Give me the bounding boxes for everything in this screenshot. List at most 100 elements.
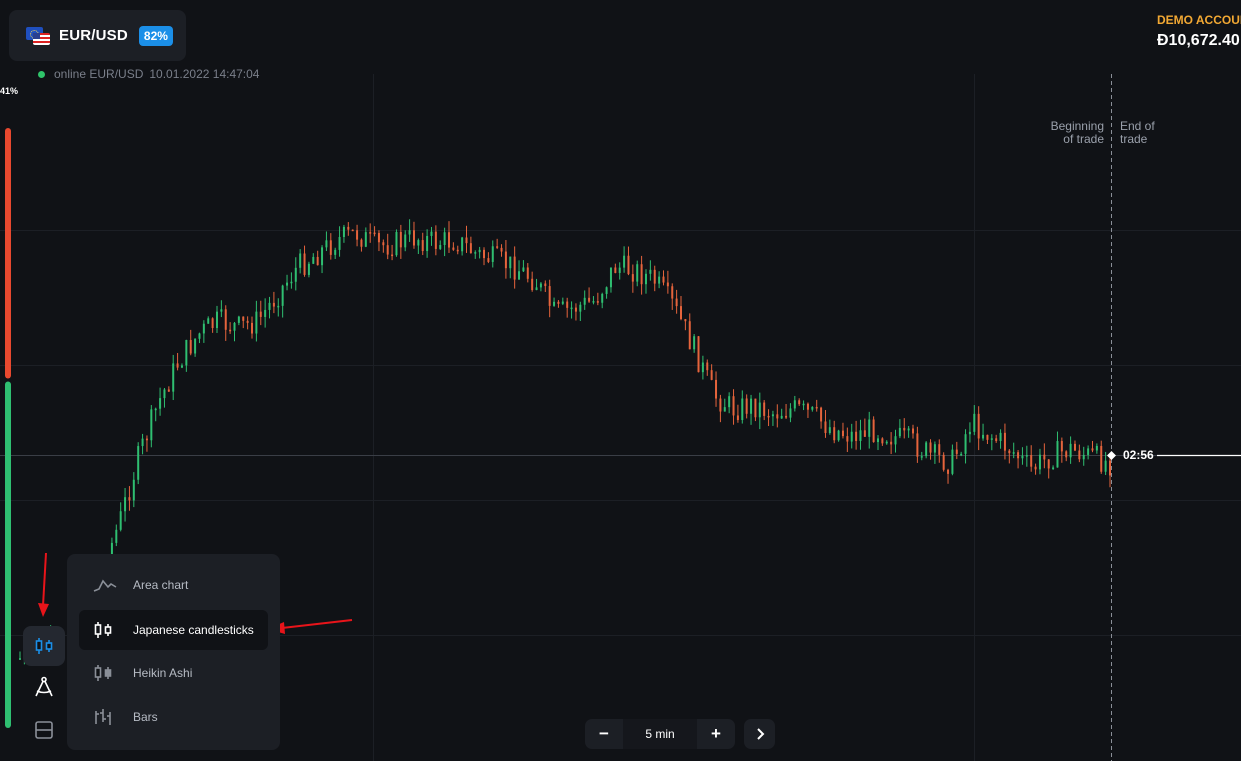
candle-down (736, 415, 739, 421)
timeframe-value[interactable]: 5 min (623, 719, 697, 749)
candle-up (636, 264, 639, 282)
candle-up (119, 511, 122, 530)
asset-selector[interactable]: EUR/USD 82% (9, 10, 186, 61)
candle-up (859, 430, 862, 442)
candle-down (1091, 448, 1094, 451)
candle-down (469, 243, 472, 254)
candle-up (299, 253, 302, 268)
candle-up (658, 276, 661, 284)
candle-down (456, 249, 459, 252)
candle-down (391, 254, 394, 257)
candle-up (290, 281, 293, 284)
account-panel[interactable]: DEMO ACCOUNT Đ10,672.40 (1157, 13, 1241, 50)
menu-item-label: Bars (133, 710, 158, 724)
candle-up (338, 237, 341, 250)
candle-down (631, 274, 634, 282)
candle-down (447, 232, 450, 248)
candle-up (758, 402, 761, 418)
candle-up (474, 252, 477, 254)
candle-down (680, 306, 683, 320)
candlestick-icon (93, 620, 117, 640)
candle-up (811, 406, 814, 410)
candle-down (434, 231, 437, 249)
candle-down (504, 251, 507, 269)
candle-up (1095, 445, 1098, 451)
candle-down (544, 283, 547, 287)
candle-up (1087, 448, 1090, 455)
candle-down (329, 240, 332, 255)
candle-up (150, 409, 153, 441)
candle-down (483, 249, 486, 259)
menu-item-japanese-candlesticks[interactable]: Japanese candlesticks (79, 610, 268, 650)
candle-up (960, 453, 963, 456)
candle-down (1073, 443, 1076, 451)
candle-up (623, 255, 626, 268)
candle-down (863, 430, 866, 437)
candle-up (802, 403, 805, 406)
candle-down (798, 400, 801, 405)
chart-type-button[interactable] (23, 626, 65, 666)
candle-up (395, 231, 398, 256)
timeframe-increase-button[interactable]: + (697, 719, 735, 749)
drawing-tools-button[interactable] (23, 667, 65, 707)
candle-up (837, 430, 840, 441)
candle-down (942, 454, 945, 470)
candle-down (1047, 459, 1050, 469)
candle-down (382, 242, 385, 246)
candle-down (1003, 432, 1006, 451)
candle-down (1078, 450, 1081, 460)
candle-up (124, 497, 127, 512)
candle-up (312, 256, 315, 264)
candle-up (868, 419, 871, 437)
candle-up (325, 240, 328, 248)
candle-up (19, 658, 21, 660)
candle-down (763, 402, 766, 416)
online-indicator (38, 70, 45, 78)
candle-down (412, 230, 415, 246)
scroll-forward-button[interactable] (744, 719, 775, 749)
candle-down (675, 298, 678, 307)
candle-up (137, 446, 140, 480)
candle-up (583, 297, 586, 305)
candle-up (982, 434, 985, 439)
candle-up (207, 318, 210, 324)
candle-down (500, 247, 503, 252)
status-datetime: 10.01.2022 14:47:04 (149, 67, 260, 81)
candle-up (408, 230, 411, 235)
candle-up (876, 438, 879, 443)
candle-up (180, 365, 183, 368)
candle-down (890, 441, 893, 445)
candle-down (938, 444, 941, 455)
candle-down (715, 379, 718, 399)
candle-up (1056, 441, 1059, 468)
candle-down (706, 362, 709, 371)
candle-down (745, 398, 748, 414)
candle-up (321, 247, 324, 266)
candle-up (789, 408, 792, 418)
candle-down (1100, 445, 1103, 472)
timeframe-decrease-button[interactable]: − (585, 719, 623, 749)
candle-up (1069, 443, 1072, 458)
split-layout-icon (35, 721, 53, 739)
sentiment-bar-down (5, 128, 11, 379)
candle-down (806, 403, 809, 410)
candle-up (570, 307, 573, 310)
menu-item-heikin-ashi[interactable]: Heikin Ashi (79, 653, 268, 693)
candle-down (855, 431, 858, 442)
layout-button[interactable] (23, 710, 65, 750)
candle-down (176, 363, 179, 368)
timeframe-control: − 5 min + (585, 719, 735, 749)
candle-up (601, 293, 604, 303)
candle-up (132, 479, 135, 501)
candle-down (496, 246, 499, 248)
beginning-of-trade-label: Beginning of trade (1050, 119, 1104, 146)
candle-down (1060, 441, 1063, 452)
candle-up (618, 267, 621, 273)
candle-down (1017, 452, 1020, 459)
menu-item-area-chart[interactable]: Area chart (79, 565, 268, 605)
menu-item-bars[interactable]: Bars (79, 697, 268, 737)
candle-up (964, 434, 967, 454)
candle-down (377, 233, 380, 243)
candle-down (754, 398, 757, 418)
menu-item-label: Heikin Ashi (133, 666, 193, 680)
